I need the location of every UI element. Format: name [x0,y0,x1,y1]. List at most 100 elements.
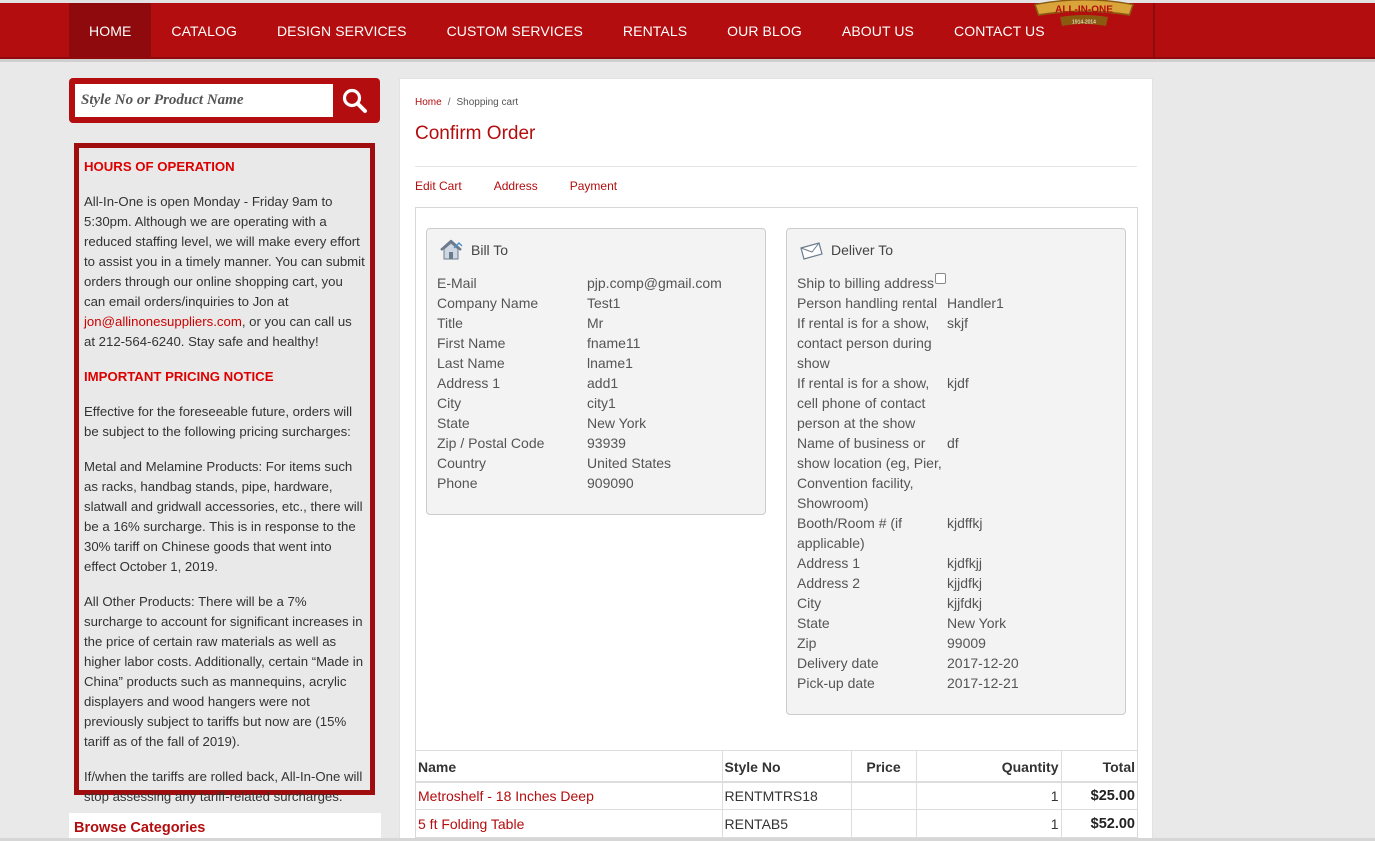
bill-key: E-Mail [437,275,477,291]
col-total-header: Total [1061,750,1137,783]
deliver-row: Address 2 kjjdfkj [797,573,1019,593]
bill-key: State [437,415,470,431]
pricing-paragraph-2: Metal and Melamine Products: For items s… [84,459,363,574]
deliver-row: Address 1 kjdfkjj [797,553,1019,573]
deliver-row: Person handling rental Handler1 [797,293,1019,313]
col-name-header: Name [416,750,723,783]
search-input[interactable] [75,84,333,117]
item-quantity: 1 [916,781,1062,810]
item-name-link[interactable]: Metroshelf - 18 Inches Deep [416,781,723,810]
deliver-row: State New York [797,613,1019,633]
nav-catalog[interactable]: CATALOG [151,3,257,59]
nav-custom-services[interactable]: CUSTOM SERVICES [427,3,603,59]
search-icon [342,88,367,113]
item-style-no: RENTMTRS18 [722,781,852,810]
search-box [69,78,380,123]
bill-row: Country United States [437,453,722,473]
email-link[interactable]: jon@allinonesuppliers.com [84,314,242,329]
bill-value: 93939 [587,435,626,451]
bill-value: city1 [587,395,616,411]
ship-to-billing-label: Ship to billing address [797,275,934,291]
deliver-row: If rental is for a show, contact person … [797,313,1019,373]
deliver-key: Address 2 [797,575,861,591]
deliver-key: Booth/Room # (if applicable) [797,515,903,551]
item-price [851,809,917,838]
main-menu: HOME CATALOG DESIGN SERVICES CUSTOM SERV… [69,3,1065,59]
bill-key: First Name [437,335,506,351]
deliver-value: New York [947,615,1007,631]
bill-key: Company Name [437,295,539,311]
step-edit-cart[interactable]: Edit Cart [415,179,462,193]
breadcrumb-separator: / [447,97,451,108]
step-payment[interactable]: Payment [570,179,617,193]
deliver-to-card: Deliver To Ship to billing address Perso… [786,228,1126,715]
bill-value: pjp.comp@gmail.com [587,275,722,291]
deliver-row: Pick-up date 2017-12-21 [797,673,1019,693]
bill-key: Phone [437,475,478,491]
deliver-row: Booth/Room # (if applicable) kjdffkj [797,513,1019,553]
deliver-value: 99009 [947,635,986,651]
deliver-row: Zip 99009 [797,633,1019,653]
item-style-no: RENTAB5 [722,809,852,838]
bill-key: Last Name [437,355,505,371]
bill-row: Company Name Test1 [437,293,722,313]
search-button[interactable] [337,84,373,117]
deliver-row: Delivery date 2017-12-20 [797,653,1019,673]
bill-row: E-Mail pjp.comp@gmail.com [437,273,722,293]
deliver-key: Address 1 [797,555,861,571]
order-summary-box: Bill To E-Mail pjp.comp@gmail.com Company… [415,207,1138,841]
bill-to-header: Bill To [439,239,508,261]
item-quantity: 1 [916,809,1062,838]
bill-value: United States [587,455,672,471]
hours-text: All-In-One is open Monday - Friday 9am t… [84,192,366,352]
col-quantity-header: Quantity [916,750,1062,783]
main-content-panel: Home / Shopping cart Confirm Order Edit Ca… [399,78,1153,841]
bill-value: fname11 [587,335,641,351]
bill-key: Title [437,315,463,331]
item-name-link[interactable]: 5 ft Folding Table [416,809,723,838]
table-header-row: Name Style No Price Quantity Total [416,750,1137,783]
bill-value: add1 [587,375,619,391]
deliver-row: If rental is for a show, cell phone of c… [797,373,1019,433]
deliver-key: Zip [797,635,817,651]
deliver-row: Name of business or show location (eg, P… [797,433,1019,513]
step-address[interactable]: Address [494,179,538,193]
bill-to-title: Bill To [471,242,509,258]
cart-items-table: Name Style No Price Quantity Total Metro… [416,750,1137,838]
browse-categories-header[interactable]: Browse Categories [69,813,381,841]
deliver-key: If rental is for a show, contact person … [797,315,932,371]
deliver-value: Handler1 [947,295,1004,311]
ship-to-billing-checkbox[interactable] [934,273,946,284]
deliver-key: Person handling rental [797,295,938,311]
all-in-one-logo[interactable]: ALL-IN-ONE 1914-2014 [1030,0,1138,30]
col-price-header: Price [851,750,917,783]
deliver-to-header: Deliver To [799,239,893,261]
bill-value: 909090 [587,475,634,491]
deliver-to-title: Deliver To [831,242,893,258]
deliver-value: kjdffkj [947,515,983,531]
bill-row: Title Mr [437,313,722,333]
deliver-value: kjdf [947,375,969,391]
bill-row: Last Name lname1 [437,353,722,373]
nav-about-us[interactable]: ABOUT US [822,3,934,59]
nav-rentals[interactable]: RENTALS [603,3,707,59]
nav-design-services[interactable]: DESIGN SERVICES [257,3,427,59]
breadcrumb: Home / Shopping cart [415,97,518,108]
deliver-value: kjdfkjj [947,555,983,571]
bill-row: Phone 909090 [437,473,722,493]
logo-text: ALL-IN-ONE [1055,5,1113,16]
bill-to-details: E-Mail pjp.comp@gmail.com Company Name Tes… [437,273,722,493]
bill-key: City [437,395,462,411]
deliver-key: Delivery date [797,655,879,671]
nav-our-blog[interactable]: OUR BLOG [707,3,822,59]
nav-shadow [0,59,1375,62]
breadcrumb-home[interactable]: Home [415,97,442,108]
title-divider [415,166,1137,167]
nav-home[interactable]: HOME [69,3,152,59]
bill-value: Mr [587,315,604,331]
browse-categories-title: Browse Categories [74,820,206,836]
deliver-value: df [947,435,959,451]
hours-text-part1: All-In-One is open Monday - Friday 9am t… [84,194,365,309]
deliver-row: City kjjfdkj [797,593,1019,613]
deliver-key: Name of business or show location (eg, P… [797,435,942,511]
